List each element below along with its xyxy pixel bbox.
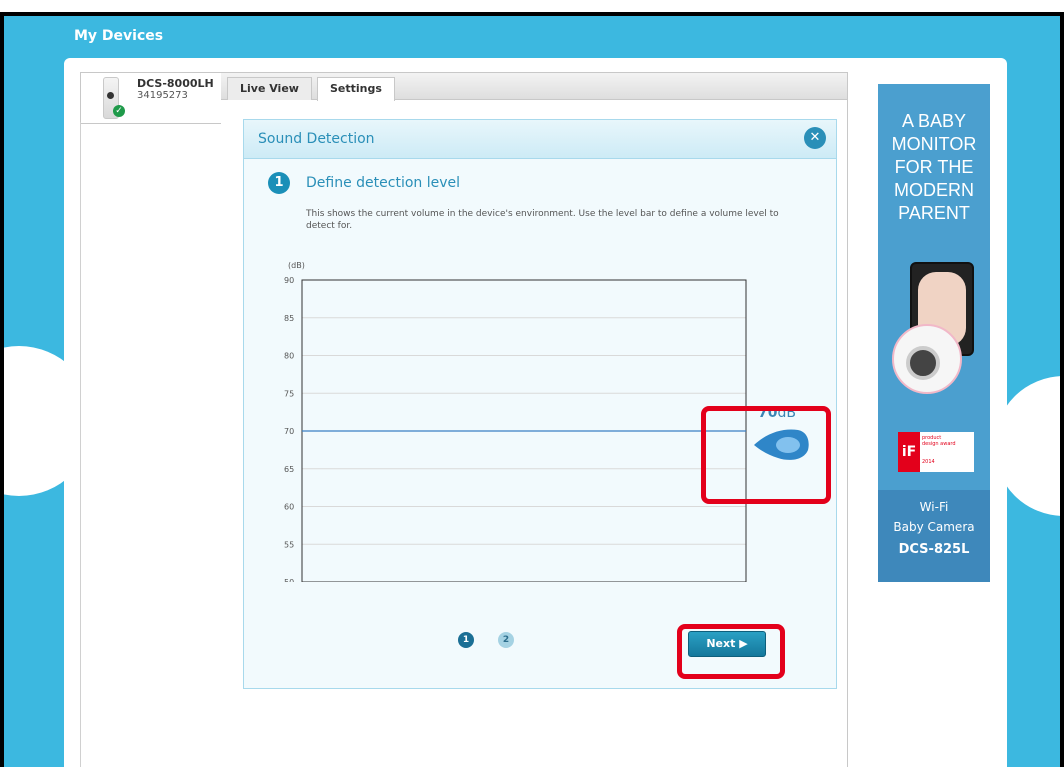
y-tick-label: 70 xyxy=(284,427,294,436)
step-description: This shows the current volume in the dev… xyxy=(306,209,779,231)
ad-footer-line1: Wi-Fi xyxy=(919,500,949,514)
y-tick-label: 60 xyxy=(284,503,294,512)
design-award-badge: iF product design award 2014 xyxy=(898,432,974,472)
online-check-icon: ✓ xyxy=(113,105,125,117)
dialog-title: Sound Detection xyxy=(258,131,375,147)
y-tick-label: 65 xyxy=(284,465,294,474)
y-tick-label: 50 xyxy=(284,578,294,582)
column-divider xyxy=(80,122,81,767)
tab-bar: Live View Settings xyxy=(221,73,847,101)
y-tick-label: 55 xyxy=(284,540,294,549)
device-name: DCS-8000LH xyxy=(137,77,214,90)
baby-camera-image xyxy=(892,324,962,394)
close-icon[interactable]: ✕ xyxy=(804,127,826,149)
y-tick-label: 80 xyxy=(284,352,294,361)
highlight-next-button xyxy=(677,624,785,679)
ad-footer-model: DCS-825L xyxy=(898,542,970,557)
app-frame: My Devices ✓ DCS-8000LH 34195273 Live Vi… xyxy=(0,12,1064,767)
step-badge: 1 xyxy=(268,172,290,194)
app-title: My Devices xyxy=(74,28,164,44)
tab-settings[interactable]: Settings xyxy=(317,77,395,101)
ad-banner[interactable]: A BABY MONITOR FOR THE MODERN PARENT iF … xyxy=(878,84,990,582)
y-tick-label: 75 xyxy=(284,389,294,398)
step-title: Define detection level xyxy=(306,175,461,191)
device-item[interactable]: ✓ DCS-8000LH 34195273 xyxy=(80,72,223,124)
y-tick-label: 85 xyxy=(284,314,294,323)
highlight-level-handle xyxy=(701,406,831,504)
tab-live-view[interactable]: Live View xyxy=(227,77,312,100)
y-axis-label: (dB) xyxy=(288,261,305,270)
pager-dot-1[interactable]: 1 xyxy=(458,632,474,648)
ad-footer: Wi-Fi Baby Camera DCS-825L xyxy=(878,490,990,582)
device-id: 34195273 xyxy=(137,90,188,101)
main-panel: ✓ DCS-8000LH 34195273 Live View Settings… xyxy=(64,58,1007,767)
sound-detection-dialog: Sound Detection ✕ 1 Define detection lev… xyxy=(243,119,837,689)
ad-footer-line2: Baby Camera xyxy=(893,520,975,534)
ad-headline: A BABY MONITOR FOR THE MODERN PARENT xyxy=(891,111,977,223)
pager-dot-2[interactable]: 2 xyxy=(498,632,514,648)
y-tick-label: 90 xyxy=(284,276,294,285)
dialog-header: Sound Detection ✕ xyxy=(244,120,836,159)
